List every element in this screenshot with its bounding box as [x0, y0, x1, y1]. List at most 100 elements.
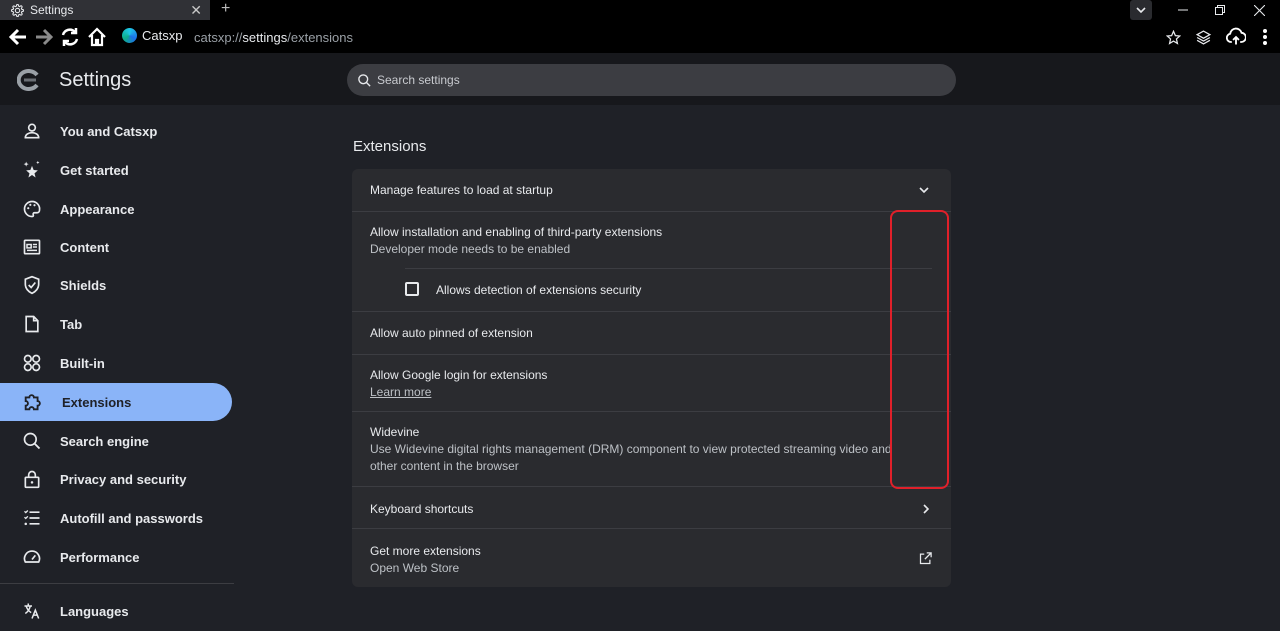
learn-more-link[interactable]: Learn more [370, 385, 431, 399]
close-window-button[interactable] [1246, 0, 1272, 20]
lock-icon [22, 469, 42, 489]
tab-title: Settings [30, 3, 74, 17]
sidebar-item-you-and-catsxp[interactable]: You and Catsxp [0, 112, 232, 150]
third-party-extensions-row: Allow installation and enabling of third… [352, 211, 951, 268]
sidebar-item-label: Search engine [60, 433, 149, 449]
menu-button[interactable] [1254, 26, 1276, 48]
sidebar-item-appearance[interactable]: Appearance [0, 190, 232, 228]
sidebar-item-label: Performance [60, 549, 140, 565]
content-icon [22, 237, 42, 257]
sidebar-item-get-started[interactable]: Get started [0, 151, 232, 189]
search-settings-box[interactable] [347, 64, 956, 96]
list-icon [22, 508, 42, 528]
shield-icon [22, 275, 42, 295]
row-title: Allows detection of extensions security [436, 283, 642, 297]
row-title: Widevine [370, 425, 420, 439]
url-path: /extensions [287, 30, 353, 45]
section-title: Extensions [353, 138, 427, 155]
sidebar-item-performance[interactable]: Performance [0, 538, 232, 576]
settings-sidebar: You and Catsxp Get started Appearance Co… [0, 105, 240, 631]
chevron-down-icon[interactable] [918, 184, 930, 196]
grid-icon [22, 353, 42, 373]
sidebar-item-label: Languages [60, 603, 129, 619]
external-link-icon[interactable] [918, 551, 933, 566]
catsxp-logo-icon [17, 69, 41, 91]
site-name: Catsxp [142, 28, 183, 43]
layers-button[interactable] [1192, 26, 1214, 48]
sidebar-item-search-engine[interactable]: Search engine [0, 422, 232, 460]
row-title: Allow Google login for extensions [370, 368, 548, 382]
sidebar-item-privacy[interactable]: Privacy and security [0, 460, 232, 498]
row-title: Allow auto pinned of extension [370, 326, 533, 340]
settings-header: Settings [0, 53, 1280, 105]
sidebar-item-extensions[interactable]: Extensions [0, 383, 232, 421]
sidebar-item-label: Extensions [62, 394, 132, 410]
sidebar-item-built-in[interactable]: Built-in [0, 344, 232, 382]
url-host: settings [242, 30, 288, 45]
layers-icon [1195, 29, 1212, 46]
speedometer-icon [22, 547, 42, 567]
back-button[interactable] [7, 26, 29, 48]
row-title: Allow installation and enabling of third… [370, 225, 663, 239]
new-tab-button[interactable]: + [221, 1, 230, 17]
catsxp-logo-icon [122, 28, 137, 43]
sidebar-item-content[interactable]: Content [0, 228, 232, 266]
search-icon [357, 73, 372, 88]
sidebar-item-label: Tab [60, 316, 83, 332]
widevine-row: Widevine Use Widevine digital rights man… [352, 411, 951, 486]
sidebar-divider [0, 583, 234, 584]
row-title: Get more extensions [370, 544, 481, 558]
home-button[interactable] [86, 26, 108, 48]
row-subtitle: Use Widevine digital rights management (… [370, 442, 892, 473]
detection-security-checkbox[interactable] [405, 282, 419, 296]
star-icon [1165, 29, 1181, 45]
sidebar-item-tab[interactable]: Tab [0, 305, 232, 343]
tab-icon [22, 314, 42, 334]
site-identity-chip[interactable]: Catsxp [122, 28, 182, 43]
address-bar[interactable]: catsxp://settings/extensions [194, 30, 353, 45]
row-title: Manage features to load at startup [370, 183, 553, 197]
palette-icon [22, 199, 42, 219]
sidebar-item-label: Get started [60, 162, 129, 178]
home-icon [87, 27, 107, 47]
kebab-menu-icon [1262, 28, 1268, 46]
gear-icon [11, 3, 24, 17]
forward-button[interactable] [33, 26, 55, 48]
translate-icon [22, 601, 42, 621]
search-icon [22, 431, 42, 451]
restore-button[interactable] [1207, 0, 1233, 20]
row-subtitle: Open Web Store [370, 561, 460, 575]
bookmark-button[interactable] [1162, 26, 1184, 48]
browser-toolbar: Catsxp catsxp://settings/extensions [0, 20, 1280, 53]
chevron-down-icon [1135, 4, 1147, 16]
arrow-right-icon [34, 27, 54, 47]
sidebar-item-label: Built-in [60, 355, 105, 371]
row-subtitle: Developer mode needs to be enabled [370, 242, 571, 256]
sidebar-item-label: Appearance [60, 201, 135, 217]
google-login-row: Allow Google login for extensions Learn … [352, 354, 951, 411]
search-settings-input[interactable] [377, 73, 937, 87]
tab-search-button[interactable] [1130, 0, 1152, 20]
reload-icon [60, 27, 80, 47]
close-tab-icon[interactable]: ✕ [190, 3, 202, 17]
close-icon [1253, 4, 1265, 16]
url-scheme: catsxp:// [194, 30, 243, 45]
keyboard-shortcuts-row[interactable]: Keyboard shortcuts [352, 486, 951, 528]
sidebar-item-autofill[interactable]: Autofill and passwords [0, 499, 232, 537]
sidebar-item-label: Privacy and security [60, 471, 187, 487]
manage-features-row[interactable]: Manage features to load at startup [352, 169, 951, 211]
minimize-button[interactable] [1170, 0, 1196, 20]
browser-tab-settings[interactable]: Settings ✕ [0, 0, 210, 20]
extensions-settings-card: Manage features to load at startup Allow… [352, 169, 951, 587]
tab-strip: Settings ✕ + [0, 0, 1280, 20]
reload-button[interactable] [59, 26, 81, 48]
cloud-upload-icon [1226, 27, 1246, 47]
sidebar-item-languages[interactable]: Languages [0, 592, 232, 630]
row-title: Keyboard shortcuts [370, 502, 474, 516]
detection-security-row: Allows detection of extensions security [405, 268, 932, 311]
sparkle-star-icon [22, 160, 42, 180]
get-more-extensions-row[interactable]: Get more extensions Open Web Store [352, 528, 951, 587]
sidebar-item-shields[interactable]: Shields [0, 266, 232, 304]
page-title: Settings [59, 69, 132, 91]
upload-cloud-button[interactable] [1225, 26, 1247, 48]
